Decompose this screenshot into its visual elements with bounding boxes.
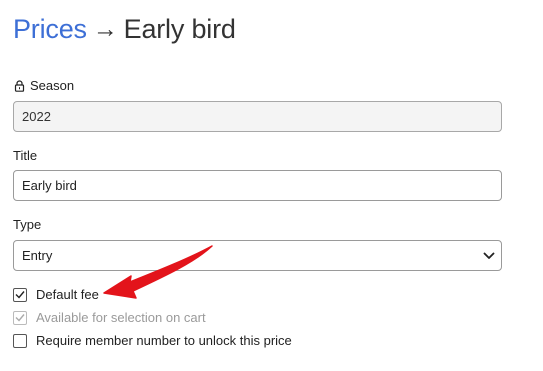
available-on-cart-row: Available for selection on cart [13,310,206,325]
title-label-text: Title [13,148,38,163]
type-selected-value: Entry [22,248,53,263]
default-fee-label: Default fee [36,287,99,302]
available-on-cart-label: Available for selection on cart [36,310,206,325]
chevron-down-icon [483,252,495,259]
season-value: 2022 [22,109,51,124]
require-member-number-label: Require member number to unlock this pri… [36,333,292,348]
breadcrumb-prices-link[interactable]: Prices [13,14,87,45]
type-label: Type [13,217,41,232]
checkmark-icon [15,314,25,322]
type-select[interactable]: Entry [13,240,502,271]
default-fee-row[interactable]: Default fee [13,287,99,302]
price-edit-page: Prices → Early bird Season 2022 Title Ty… [0,0,543,371]
type-label-text: Type [13,217,42,232]
title-label: Title [13,148,37,163]
require-member-number-checkbox[interactable] [13,333,27,348]
lock-icon [14,79,25,92]
require-member-number-row[interactable]: Require member number to unlock this pri… [13,333,292,348]
title-field-wrapper[interactable] [13,170,502,201]
available-on-cart-checkbox [13,310,27,325]
breadcrumb-separator: → [92,14,118,43]
breadcrumb-current: Early bird [123,13,236,44]
checkmark-icon [15,291,25,299]
page-title: Prices → Early bird [13,9,236,49]
title-input[interactable] [22,178,501,193]
season-label: Season [30,78,75,93]
default-fee-checkbox[interactable] [13,287,27,302]
season-label-row: Season [13,78,74,93]
season-field: 2022 [13,101,502,132]
